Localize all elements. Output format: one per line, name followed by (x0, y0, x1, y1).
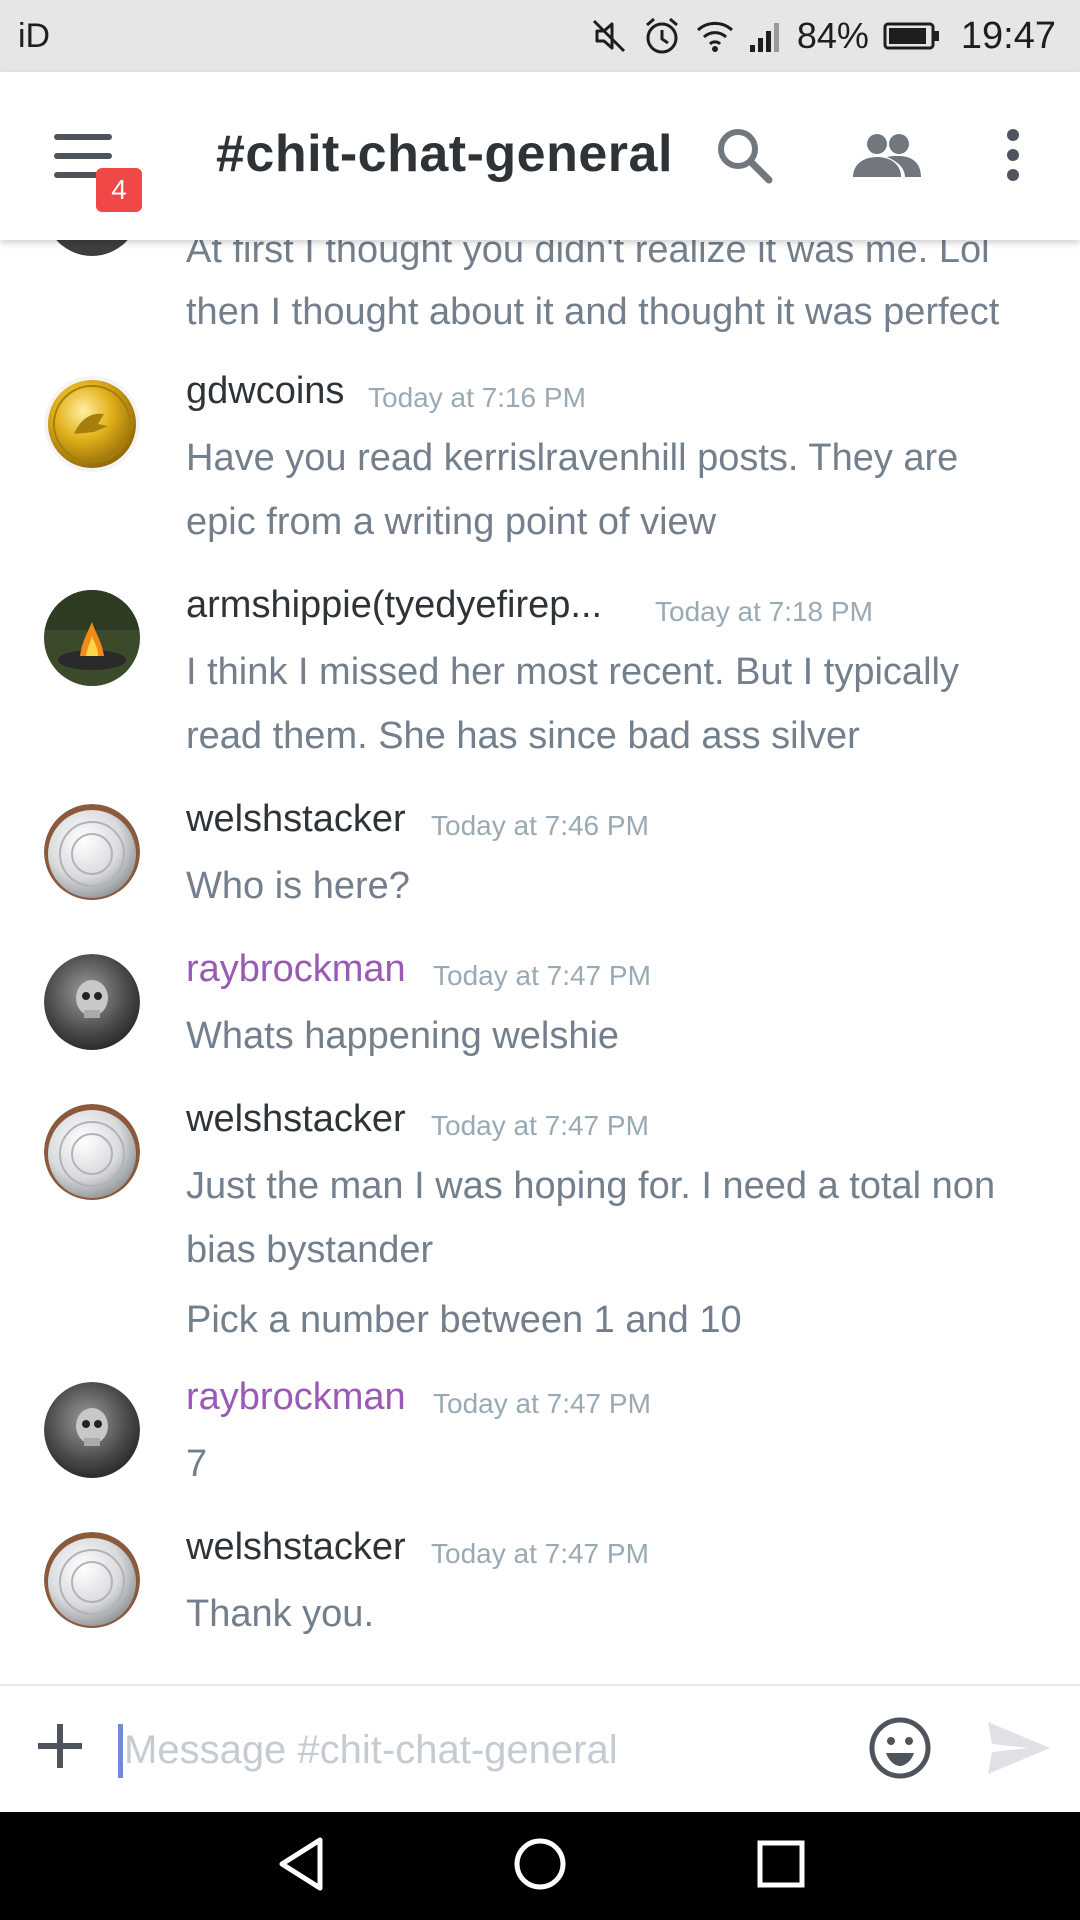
attach-button[interactable] (36, 1716, 84, 1776)
silver-coin-avatar[interactable] (44, 1532, 140, 1628)
partial-avatar[interactable] (44, 240, 140, 256)
discord-screen: iD 84% 19:47 4 #chit-chat-general At fir… (0, 0, 1080, 1920)
clock: 19:47 (960, 14, 1056, 57)
message-text: Just the man I was hoping for. I need a … (186, 1165, 996, 1207)
members-button[interactable] (850, 122, 924, 192)
message-text: bias bystander (186, 1229, 434, 1271)
search-icon (715, 126, 773, 189)
message-text: Who is here? (186, 865, 410, 907)
overflow-menu-icon (1004, 128, 1022, 186)
message-timestamp: Today at 7:47 PM (433, 960, 651, 991)
battery-percent: 84% (796, 15, 869, 56)
send-button[interactable] (986, 1720, 1052, 1781)
message-author[interactable]: gdwcoins (186, 370, 344, 413)
message-author[interactable]: armshippie(tyedyefirep... (186, 584, 602, 627)
message-author[interactable]: welshstacker (186, 798, 406, 841)
unread-badge: 4 (96, 168, 142, 212)
message-author[interactable]: raybrockman (186, 948, 406, 991)
members-icon (851, 131, 923, 184)
battery-icon (883, 21, 941, 51)
carrier-label: iD (18, 16, 51, 55)
message-author[interactable]: raybrockman (186, 1376, 406, 1419)
status-icons: 84% 19:47 (589, 15, 1056, 58)
message-timestamp: Today at 7:47 PM (433, 1388, 651, 1419)
message-text: Thank you. (186, 1593, 374, 1635)
channel-title: #chit-chat-general (216, 125, 673, 183)
message-text: Whats happening welshie (186, 1015, 620, 1057)
message-text: read them. She has since bad ass silver (186, 715, 860, 757)
message-text: I think I missed her most recent. But I … (186, 651, 959, 693)
message-list[interactable]: At first I thought you didn't realize it… (0, 240, 1080, 1684)
plus-icon (36, 1722, 84, 1770)
home-icon (512, 1838, 568, 1896)
message-composer (0, 1684, 1080, 1812)
android-nav-bar (0, 1812, 1080, 1920)
recents-icon (756, 1840, 806, 1896)
message-input[interactable] (124, 1720, 824, 1780)
gold-coin-avatar[interactable] (44, 376, 140, 472)
channel-header: 4 #chit-chat-general (0, 72, 1080, 240)
emoji-icon (868, 1717, 932, 1784)
send-icon (986, 1722, 1052, 1780)
back-icon (276, 1837, 326, 1896)
search-button[interactable] (712, 122, 776, 192)
message-text: At first I thought you didn't realize it… (186, 240, 990, 271)
signal-icon (749, 19, 783, 53)
campfire-avatar[interactable] (44, 590, 140, 686)
alarm-icon (643, 16, 681, 56)
status-bar: iD 84% 19:47 (0, 0, 1080, 72)
message-timestamp: Today at 7:46 PM (431, 810, 649, 841)
overflow-menu-button[interactable] (998, 122, 1028, 192)
message-author[interactable]: welshstacker (186, 1526, 406, 1569)
message-text: 7 (186, 1443, 208, 1485)
message-timestamp: Today at 7:16 PM (368, 382, 586, 413)
mute-icon (589, 16, 629, 56)
text-caret (118, 1724, 123, 1778)
message-text: then I thought about it and thought it w… (186, 291, 1000, 333)
silver-coin-avatar[interactable] (44, 1104, 140, 1200)
message-text: epic from a writing point of view (186, 501, 717, 543)
emoji-button[interactable] (868, 1716, 932, 1785)
back-button[interactable] (276, 1836, 326, 1897)
wifi-icon (695, 18, 735, 54)
skull-coin-avatar[interactable] (44, 954, 140, 1050)
silver-coin-avatar[interactable] (44, 804, 140, 900)
message-timestamp: Today at 7:47 PM (431, 1538, 649, 1569)
message-timestamp: Today at 7:47 PM (431, 1110, 649, 1141)
home-button[interactable] (512, 1836, 568, 1897)
message-text: Pick a number between 1 and 10 (186, 1299, 742, 1341)
recents-button[interactable] (756, 1836, 806, 1897)
skull-coin-avatar[interactable] (44, 1382, 140, 1478)
message-timestamp: Today at 7:18 PM (655, 596, 873, 627)
message-text: Have you read kerrislravenhill posts. Th… (186, 437, 959, 479)
message-author[interactable]: welshstacker (186, 1098, 406, 1141)
